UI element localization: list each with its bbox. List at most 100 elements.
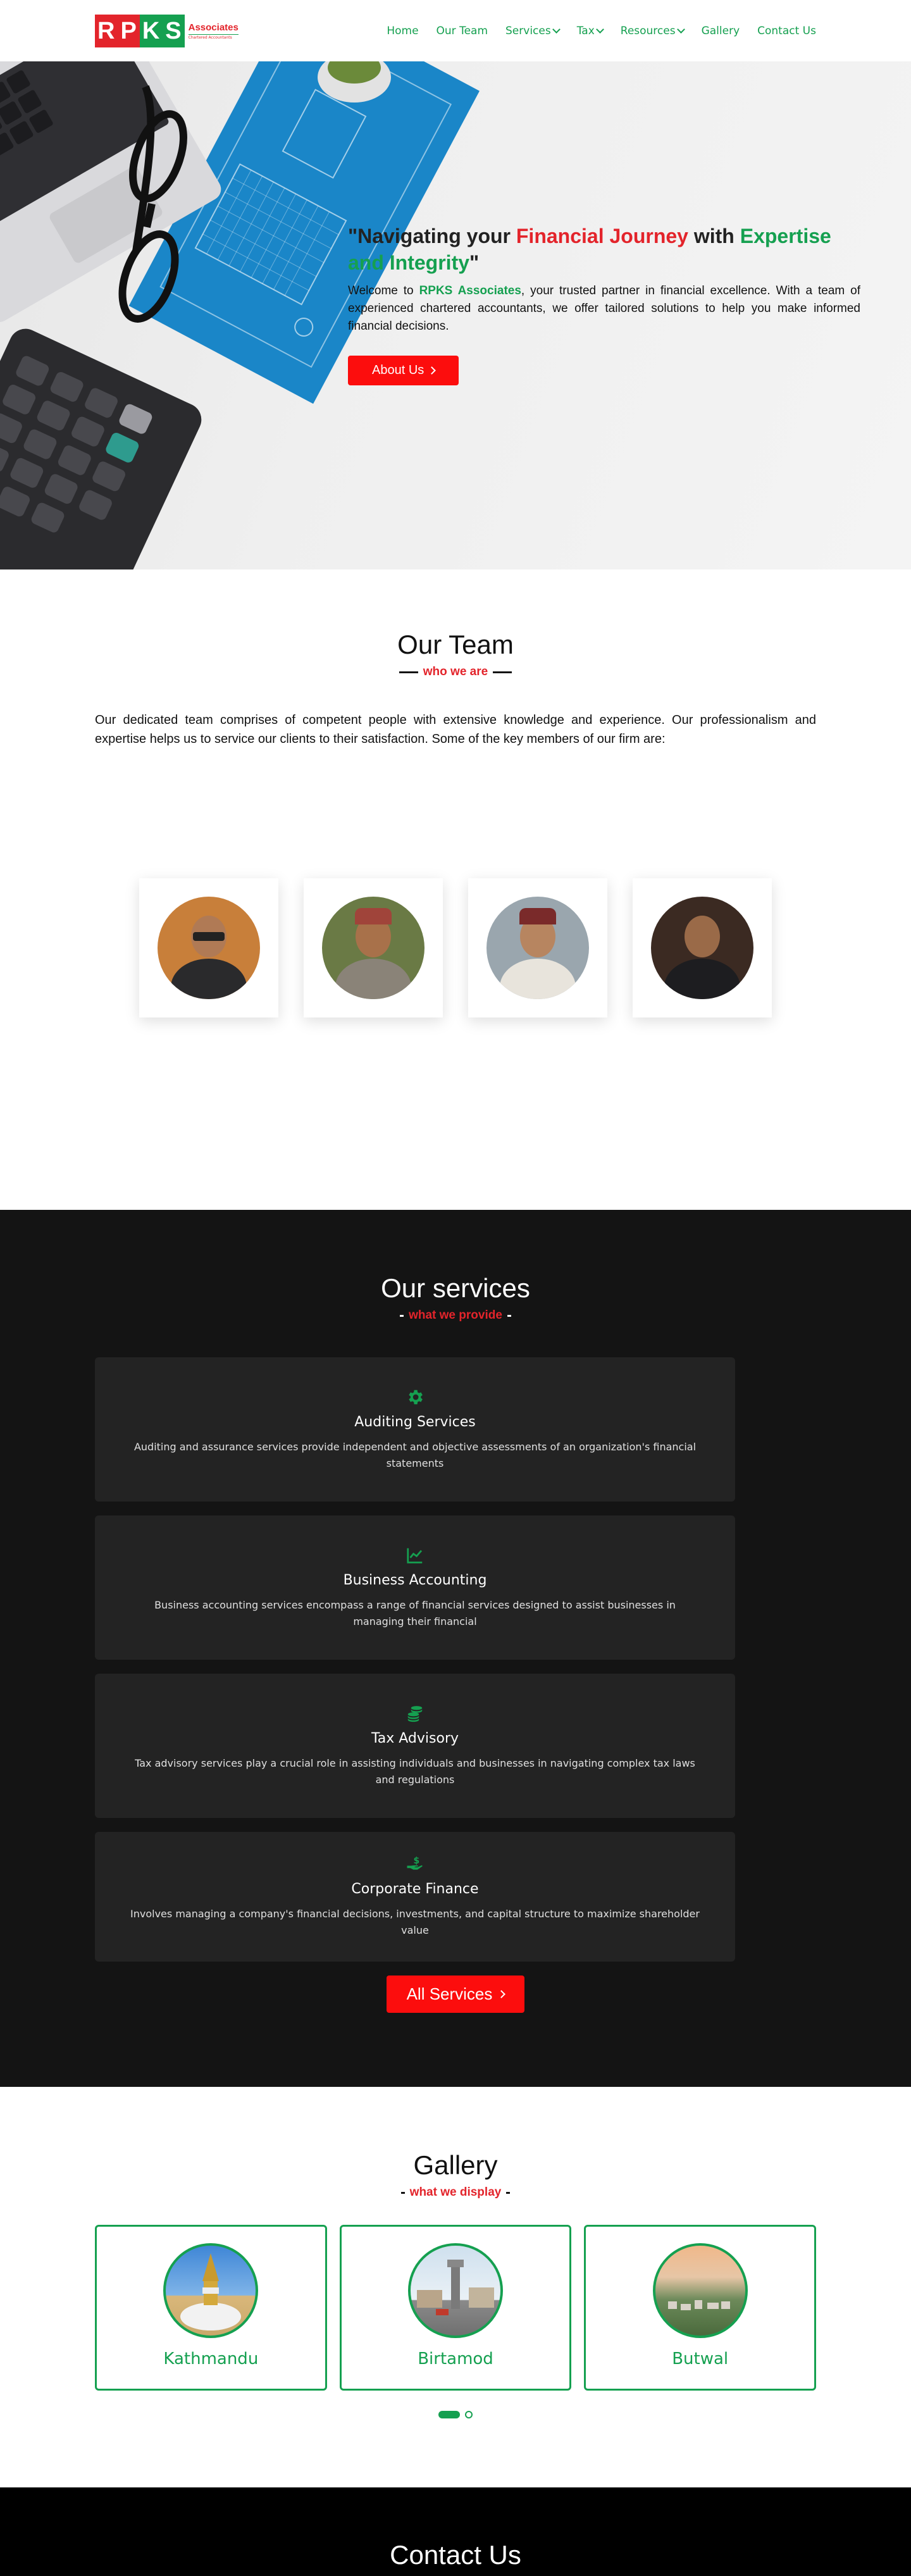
subtitle-dash-right <box>507 1314 511 1317</box>
hero-section: "Navigating your Financial Journey with … <box>0 61 911 569</box>
team-member-photo <box>158 897 260 999</box>
subtitle-dash-left <box>400 2191 405 2194</box>
coins-icon <box>407 1705 423 1722</box>
rpks-logo[interactable]: RPKS Associates Chartered Accountants <box>95 12 239 50</box>
hero-headline-mid: with <box>688 225 740 247</box>
chevron-right-icon <box>428 366 437 375</box>
gallery-card-kathmandu[interactable]: Kathmandu <box>95 2225 327 2391</box>
nav-our-team[interactable]: Our Team <box>437 25 488 37</box>
hero-quote-open: "Navigating your <box>348 225 516 247</box>
team-member-card[interactable] <box>633 878 772 1017</box>
logo-letter-p: P <box>118 14 140 47</box>
gallery-name: Butwal <box>672 2349 729 2368</box>
subtitle-dash-left <box>400 1314 404 1317</box>
nav-services-label: Services <box>505 24 551 37</box>
logo-word: Associates <box>188 22 239 33</box>
team-title: Our Team <box>397 630 514 659</box>
subtitle-dash-right <box>506 2191 511 2194</box>
service-card-tax-advisory[interactable]: Tax Advisory Tax advisory services play … <box>95 1674 735 1818</box>
all-services-button-label: All Services <box>406 1984 493 2003</box>
our-services-section: Our services what we provide Auditing Se… <box>0 1210 911 2087</box>
gallery-subtitle-text: what we display <box>409 2186 502 2199</box>
service-description: Auditing and assurance services provide … <box>133 1440 697 1469</box>
logo-letter-s: S <box>163 14 185 47</box>
nav-our-team-label: Our Team <box>436 24 488 37</box>
logo-text: Associates Chartered Accountants <box>188 22 239 40</box>
carousel-dot[interactable] <box>465 2411 473 2418</box>
nav-home[interactable]: Home <box>387 25 418 37</box>
services-subtitle-text: what we provide <box>409 1309 502 1322</box>
logo-tagline: Chartered Accountants <box>188 34 239 40</box>
contact-section: Contact Us <box>0 2487 911 2576</box>
subtitle-dash-left <box>399 671 418 673</box>
hero-welcome-brand: RPKS Associates <box>419 284 521 297</box>
gallery-name: Kathmandu <box>163 2349 259 2368</box>
butwal-city-image <box>652 2243 748 2338</box>
team-member-cards <box>0 878 911 1017</box>
service-title: Corporate Finance <box>351 1881 479 1897</box>
service-title: Tax Advisory <box>371 1730 459 1746</box>
gallery-carousel: Kathmandu Birtamod Butwal <box>95 2225 817 2391</box>
service-card-auditing[interactable]: Auditing Services Auditing and assurance… <box>95 1357 735 1502</box>
gear-icon <box>409 1390 423 1404</box>
hero-headline: "Navigating your Financial Journey with … <box>348 223 860 276</box>
nav-contact-us-label: Contact Us <box>757 24 816 37</box>
services-list: Auditing Services Auditing and assurance… <box>95 1357 735 1962</box>
gallery-subtitle: what we display <box>0 2186 911 2200</box>
chevron-right-icon <box>497 1990 506 1998</box>
birtamod-street-image <box>408 2243 503 2338</box>
chart-line-icon <box>407 1548 423 1564</box>
carousel-dot-active[interactable] <box>438 2411 460 2418</box>
gallery-card-butwal[interactable]: Butwal <box>584 2225 817 2391</box>
logo-letter-r: R <box>95 14 118 47</box>
team-member-card[interactable] <box>139 878 278 1017</box>
service-title: Auditing Services <box>354 1414 476 1430</box>
all-services-button[interactable]: All Services <box>386 1976 525 2013</box>
subtitle-dash-right <box>493 671 512 673</box>
calculator <box>0 328 202 569</box>
site-header: RPKS Associates Chartered Accountants Ho… <box>0 0 911 61</box>
chevron-down-icon <box>552 25 561 34</box>
service-card-business-accounting[interactable]: Business Accounting Business accounting … <box>95 1515 735 1660</box>
team-member-card[interactable] <box>468 878 607 1017</box>
logo-letter-k: K <box>139 14 163 47</box>
team-member-photo <box>486 897 589 999</box>
team-member-card[interactable] <box>304 878 443 1017</box>
nav-services[interactable]: Services <box>505 24 561 37</box>
services-title: Our services <box>381 1273 530 1303</box>
team-member-photo <box>651 897 753 999</box>
team-subtitle: who we are <box>0 665 911 679</box>
about-us-button[interactable]: About Us <box>348 356 459 385</box>
nav-resources[interactable]: Resources <box>620 24 685 37</box>
team-member-photo <box>322 897 425 999</box>
chevron-down-icon <box>676 25 685 34</box>
hero-content: "Navigating your Financial Journey with … <box>348 223 860 385</box>
contact-title: Contact Us <box>390 2540 521 2570</box>
svg-text:$: $ <box>414 1856 420 1866</box>
service-description: Involves managing a company's financial … <box>130 1908 700 1936</box>
nav-tax[interactable]: Tax <box>576 24 604 37</box>
hero-quote-close: " <box>469 251 480 274</box>
gallery-name: Birtamod <box>418 2349 493 2368</box>
kathmandu-stupa-image <box>163 2243 259 2338</box>
nav-home-label: Home <box>387 24 419 37</box>
service-description: Business accounting services encompass a… <box>154 1598 676 1627</box>
gallery-title: Gallery <box>413 2150 498 2180</box>
nav-gallery[interactable]: Gallery <box>702 25 740 37</box>
about-us-button-label: About Us <box>372 363 425 377</box>
nav-resources-label: Resources <box>620 24 676 37</box>
our-team-section: Our Team who we are Our dedicated team c… <box>0 569 911 1210</box>
service-card-corporate-finance[interactable]: $ Corporate Finance Involves managing a … <box>95 1832 735 1962</box>
nav-tax-label: Tax <box>576 24 595 37</box>
logo-mark: RPKS <box>95 14 185 47</box>
nav-contact-us[interactable]: Contact Us <box>757 25 816 37</box>
hero-welcome-text: Welcome to RPKS Associates, your trusted… <box>348 282 860 335</box>
gallery-card-birtamod[interactable]: Birtamod <box>339 2225 572 2391</box>
hand-dollar-icon: $ <box>407 1856 423 1870</box>
service-description: Tax advisory services play a crucial rol… <box>135 1757 695 1786</box>
all-services-button-wrap: All Services <box>0 1976 911 2013</box>
service-title: Business Accounting <box>343 1572 487 1588</box>
team-subtitle-text: who we are <box>423 665 488 678</box>
hero-welcome-prefix: Welcome to <box>348 284 419 297</box>
services-subtitle: what we provide <box>0 1309 911 1322</box>
